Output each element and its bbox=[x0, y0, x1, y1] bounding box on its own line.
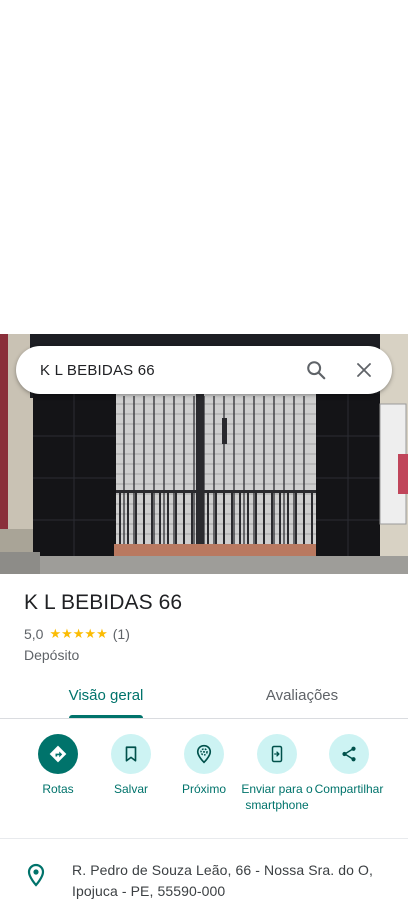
send-to-phone-button[interactable]: Enviar para o smartphone bbox=[237, 734, 317, 813]
share-button[interactable]: Compartilhar bbox=[309, 734, 389, 797]
bookmark-icon bbox=[111, 734, 151, 774]
location-pin-icon bbox=[24, 863, 48, 887]
directions-button[interactable]: Rotas bbox=[18, 734, 98, 797]
save-label: Salvar bbox=[113, 782, 148, 796]
save-button[interactable]: Salvar bbox=[91, 734, 171, 797]
section-divider bbox=[0, 838, 408, 839]
tab-bar: Visão geral Avaliações bbox=[0, 672, 408, 719]
nearby-label: Próximo bbox=[181, 782, 226, 796]
tab-reviews[interactable]: Avaliações bbox=[236, 672, 368, 718]
close-icon[interactable] bbox=[340, 346, 388, 394]
action-buttons: Rotas Salvar Próximo Enviar para o smart… bbox=[0, 734, 408, 834]
search-bar[interactable]: K L BEBIDAS 66 bbox=[16, 346, 392, 394]
share-label: Compartilhar bbox=[314, 782, 384, 796]
review-count[interactable]: (1) bbox=[113, 626, 130, 642]
rating-row[interactable]: 5,0 ★★★★★ (1) bbox=[24, 626, 130, 642]
send-to-phone-icon bbox=[257, 734, 297, 774]
directions-icon bbox=[38, 734, 78, 774]
rating-value: 5,0 bbox=[24, 626, 44, 642]
nearby-icon bbox=[184, 734, 224, 774]
place-title: K L BEBIDAS 66 bbox=[24, 591, 183, 614]
search-input[interactable]: K L BEBIDAS 66 bbox=[16, 362, 292, 379]
search-icon[interactable] bbox=[292, 346, 340, 394]
nearby-button[interactable]: Próximo bbox=[164, 734, 244, 797]
directions-label: Rotas bbox=[42, 782, 74, 796]
address-row[interactable]: R. Pedro de Souza Leão, 66 - Nossa Sra. … bbox=[24, 860, 394, 902]
map-area bbox=[0, 0, 408, 334]
send-to-phone-label: Enviar para o smartphone bbox=[241, 782, 313, 812]
active-tab-indicator bbox=[69, 715, 143, 718]
place-category: Depósito bbox=[24, 647, 80, 663]
tab-overview[interactable]: Visão geral bbox=[40, 672, 172, 718]
rating-stars-icon: ★★★★★ bbox=[49, 626, 108, 641]
share-icon bbox=[329, 734, 369, 774]
address-text: R. Pedro de Souza Leão, 66 - Nossa Sra. … bbox=[72, 862, 374, 899]
